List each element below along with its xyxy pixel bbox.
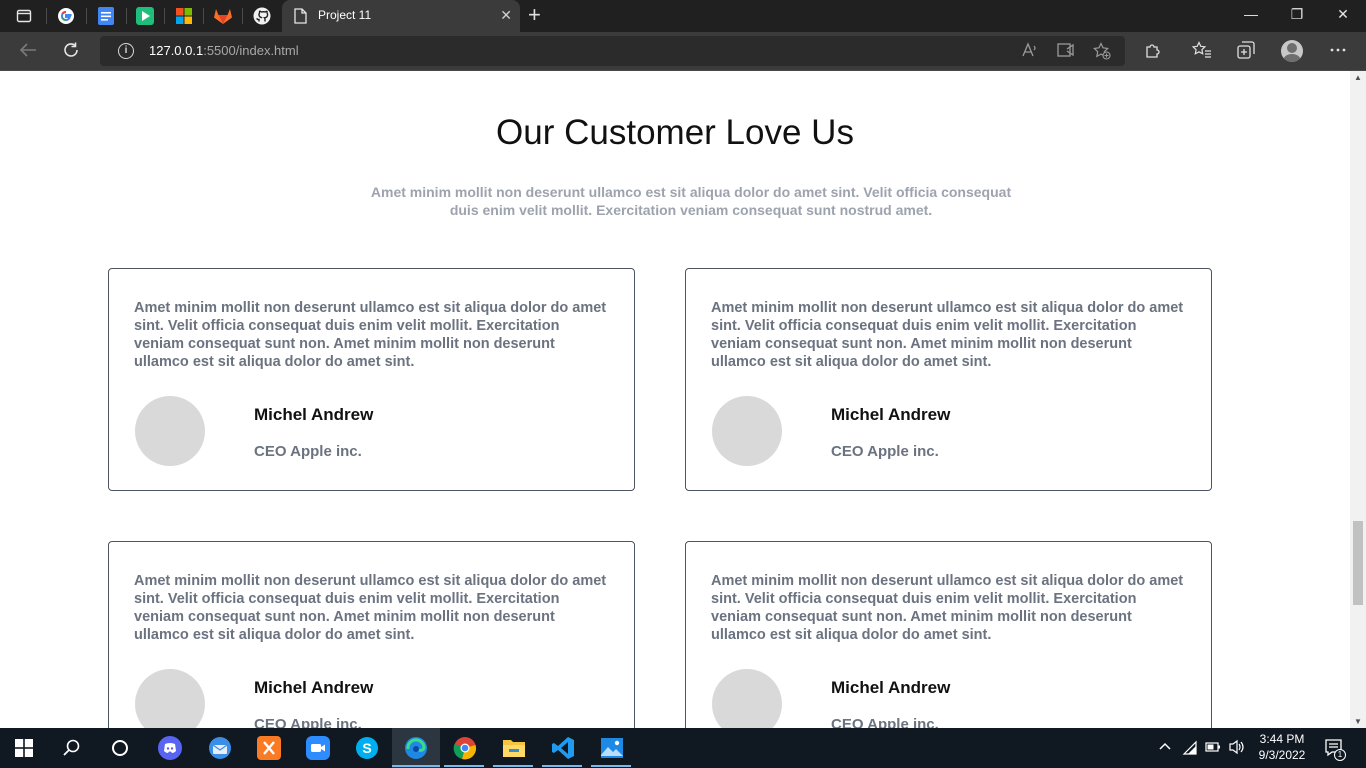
notification-count-badge: 1 [1334, 749, 1346, 761]
url-host: 127.0.0.1 [149, 43, 204, 58]
edge-icon[interactable] [404, 736, 428, 760]
profile-icon[interactable] [1281, 40, 1303, 62]
discord-icon[interactable] [158, 736, 182, 760]
collections-icon[interactable] [1237, 41, 1255, 64]
svg-text:S: S [362, 740, 371, 756]
customer-role: CEO Apple inc. [254, 716, 362, 728]
testimonial-card: Amet minim mollit non deserunt ullamco e… [685, 541, 1212, 728]
testimonial-card: Amet minim mollit non deserunt ullamco e… [108, 541, 635, 728]
scroll-up-icon[interactable]: ▲ [1354, 73, 1362, 82]
skype-icon[interactable]: S [355, 736, 379, 760]
page-viewport: Our Customer Love Us Amet minim mollit n… [0, 71, 1350, 728]
page-scrollbar[interactable]: ▲ ▼ [1350, 71, 1366, 728]
site-info-icon[interactable]: i [118, 43, 134, 59]
windows-taskbar: S 3:44 PM 9/3/2022 1 [0, 728, 1366, 768]
customer-role: CEO Apple inc. [831, 443, 939, 460]
customer-name: Michel Andrew [831, 405, 951, 424]
scrollbar-thumb[interactable] [1353, 521, 1363, 605]
page-subtitle: Amet minim mollit non deserunt ullamco e… [370, 184, 1012, 218]
customer-name: Michel Andrew [254, 678, 374, 697]
clock-date: 9/3/2022 [1258, 748, 1306, 762]
play-icon[interactable] [135, 6, 155, 26]
scroll-down-icon[interactable]: ▼ [1354, 717, 1362, 726]
tab-separator [164, 8, 165, 24]
show-hidden-icons-icon[interactable] [1158, 739, 1172, 756]
read-aloud-icon[interactable] [1022, 42, 1038, 61]
avatar [135, 669, 205, 728]
add-favorite-icon[interactable] [1092, 42, 1111, 63]
avatar [135, 396, 205, 466]
avatar [712, 669, 782, 728]
tab-separator [86, 8, 87, 24]
extensions-icon[interactable] [1144, 41, 1162, 64]
page-title: Our Customer Love Us [496, 113, 854, 152]
url-text[interactable]: 127.0.0.1:5500/index.html [149, 43, 299, 58]
google-icon[interactable] [56, 6, 76, 26]
tab-title: Project 11 [318, 8, 372, 22]
customer-role: CEO Apple inc. [254, 443, 362, 460]
tab-separator [46, 8, 47, 24]
docs-icon[interactable] [96, 6, 116, 26]
windows-start-icon[interactable] [12, 736, 36, 760]
testimonial-quote: Amet minim mollit non deserunt ullamco e… [711, 300, 1184, 370]
favorites-icon[interactable] [1191, 41, 1212, 64]
clock-time: 3:44 PM [1259, 732, 1305, 746]
address-bar[interactable]: i 127.0.0.1:5500/index.html [100, 36, 1125, 66]
testimonial-quote: Amet minim mollit non deserunt ullamco e… [134, 573, 607, 643]
gitlab-icon[interactable] [213, 6, 233, 26]
vscode-running-indicator [542, 765, 582, 767]
customer-name: Michel Andrew [254, 405, 374, 424]
search-icon[interactable] [60, 736, 84, 760]
more-icon[interactable] [1330, 41, 1346, 64]
battery-icon[interactable] [1205, 740, 1221, 757]
file-explorer-icon[interactable] [502, 736, 526, 760]
immersive-reader-icon[interactable] [1057, 42, 1075, 61]
browser-toolbar: i 127.0.0.1:5500/index.html [0, 32, 1366, 71]
chrome-running-indicator [444, 765, 484, 767]
new-tab-button[interactable]: + [528, 4, 541, 26]
chrome-icon[interactable] [453, 736, 477, 760]
zoom-icon[interactable] [306, 736, 330, 760]
xampp-icon[interactable] [257, 736, 281, 760]
github-icon[interactable] [252, 6, 272, 26]
microsoft-icon[interactable] [174, 6, 194, 26]
testimonial-card: Amet minim mollit non deserunt ullamco e… [685, 268, 1212, 491]
testimonial-quote: Amet minim mollit non deserunt ullamco e… [711, 573, 1184, 643]
url-path: :5500/index.html [203, 43, 299, 58]
tab-actions-icon[interactable] [14, 6, 34, 26]
browser-tab-bar: Project 11 ✕ + — ❐ ✕ [0, 0, 1366, 32]
customer-role: CEO Apple inc. [831, 716, 939, 728]
back-icon[interactable] [18, 41, 38, 64]
close-window-button[interactable]: ✕ [1320, 6, 1366, 23]
restore-button[interactable]: ❐ [1274, 6, 1320, 23]
tab-project-11[interactable]: Project 11 ✕ [282, 0, 520, 32]
system-clock[interactable]: 3:44 PM 9/3/2022 [1254, 731, 1310, 763]
testimonial-quote: Amet minim mollit non deserunt ullamco e… [134, 300, 607, 370]
customer-name: Michel Andrew [831, 678, 951, 697]
close-tab-button[interactable]: ✕ [500, 7, 512, 24]
explorer-running-indicator [493, 765, 533, 767]
refresh-icon[interactable] [62, 41, 80, 64]
photos-running-indicator [591, 765, 631, 767]
minimize-button[interactable]: — [1228, 6, 1274, 22]
photos-icon[interactable] [600, 736, 624, 760]
edge-active-indicator [392, 765, 440, 767]
tab-separator [203, 8, 204, 24]
cortana-icon[interactable] [108, 736, 132, 760]
avatar [712, 396, 782, 466]
testimonial-card: Amet minim mollit non deserunt ullamco e… [108, 268, 635, 491]
wifi-icon[interactable] [1182, 740, 1198, 759]
tab-separator [242, 8, 243, 24]
page-icon [294, 8, 307, 29]
thunderbird-icon[interactable] [208, 736, 232, 760]
volume-icon[interactable] [1228, 739, 1246, 758]
tab-separator [126, 8, 127, 24]
vscode-icon[interactable] [551, 736, 575, 760]
